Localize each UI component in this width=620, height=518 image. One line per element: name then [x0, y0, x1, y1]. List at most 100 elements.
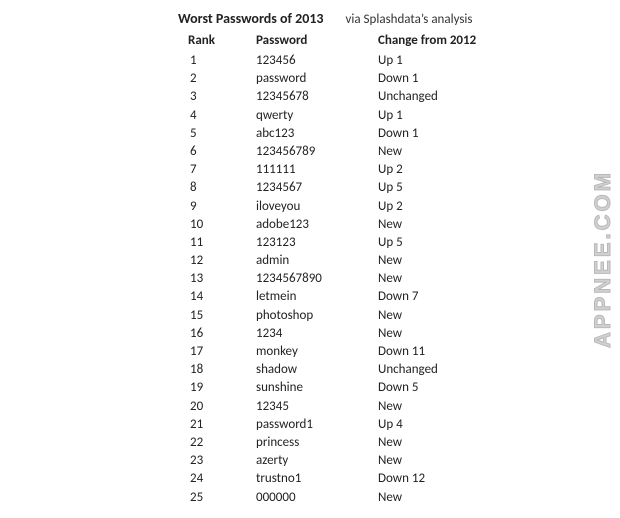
cell-change: Up 5	[378, 234, 403, 252]
column-header-row: Rank Password Change from 2012	[0, 33, 620, 48]
table-row: 17 monkey Down 11	[0, 343, 620, 361]
cell-change: Unchanged	[378, 361, 438, 379]
header-row: Worst Passwords of 2013 via Splashdata’s…	[0, 10, 620, 27]
cell-password: 123456789	[256, 143, 366, 161]
cell-change: Down 1	[378, 125, 418, 143]
cell-password: azerty	[256, 452, 366, 470]
cell-password: 12345	[256, 398, 366, 416]
table-row: 6 123456789 New	[0, 143, 620, 161]
cell-password: trustno1	[256, 470, 366, 488]
cell-change: New	[378, 270, 402, 288]
cell-rank: 4	[190, 107, 248, 125]
cell-change: Up 1	[378, 52, 403, 70]
cell-change: Up 5	[378, 179, 403, 197]
cell-rank: 21	[190, 416, 248, 434]
cell-password: 123456	[256, 52, 366, 70]
cell-rank: 15	[190, 307, 248, 325]
cell-rank: 8	[190, 179, 248, 197]
cell-change: New	[378, 434, 402, 452]
table-row: 22 princess New	[0, 434, 620, 452]
cell-rank: 22	[190, 434, 248, 452]
cell-rank: 17	[190, 343, 248, 361]
cell-password: 1234567890	[256, 270, 366, 288]
table-row: 11 123123 Up 5	[0, 234, 620, 252]
table-row: 4qwertyUp 1	[0, 107, 620, 125]
page-subtitle: via Splashdata’s analysis	[346, 12, 473, 27]
table-row: 14letmeinDown 7	[0, 288, 620, 306]
cell-rank: 6	[190, 143, 248, 161]
cell-change: New	[378, 252, 402, 270]
table-row: 18shadowUnchanged	[0, 361, 620, 379]
cell-rank: 14	[190, 288, 248, 306]
cell-password: 1234567	[256, 179, 366, 197]
cell-rank: 2	[190, 70, 248, 88]
cell-password: admin	[256, 252, 366, 270]
cell-rank: 19	[190, 379, 248, 397]
cell-password: photoshop	[256, 307, 366, 325]
table-row: 15 photoshop New	[0, 307, 620, 325]
cell-rank: 25	[190, 489, 248, 507]
page-title: Worst Passwords of 2013	[178, 10, 324, 27]
cell-change: Up 4	[378, 416, 403, 434]
table-row: 7111111Up 2	[0, 161, 620, 179]
table-row: 10 adobe123 New	[0, 216, 620, 234]
cell-rank: 5	[190, 125, 248, 143]
cell-password: letmein	[256, 288, 366, 306]
cell-rank: 24	[190, 470, 248, 488]
table-row: 9 iloveyou Up 2	[0, 198, 620, 216]
cell-password: qwerty	[256, 107, 366, 125]
cell-password: 1234	[256, 325, 366, 343]
cell-change: New	[378, 398, 402, 416]
cell-password: monkey	[256, 343, 366, 361]
table-body: 1123456Up 12passwordDown 1312345678Uncha…	[0, 52, 620, 507]
table-row: 2 password Down 1	[0, 70, 620, 88]
cell-change: Up 2	[378, 198, 403, 216]
cell-change: Up 2	[378, 161, 403, 179]
cell-change: Down 1	[378, 70, 418, 88]
cell-change: New	[378, 489, 402, 507]
table-row: 19 sunshine Down 5	[0, 379, 620, 397]
cell-password: adobe123	[256, 216, 366, 234]
cell-rank: 11	[190, 234, 248, 252]
column-header-password: Password	[256, 33, 366, 48]
cell-password: 12345678	[256, 88, 366, 106]
cell-password: password	[256, 70, 366, 88]
cell-rank: 10	[190, 216, 248, 234]
table-row: 21 password1 Up 4	[0, 416, 620, 434]
table-row: 8 1234567 Up 5	[0, 179, 620, 197]
cell-rank: 1	[190, 52, 248, 70]
watermark-text: APPNEE.COM	[590, 170, 616, 348]
cell-change: Down 5	[378, 379, 418, 397]
cell-rank: 23	[190, 452, 248, 470]
cell-change: Down 11	[378, 343, 425, 361]
table-row: 24 trustno1 Down 12	[0, 470, 620, 488]
cell-change: New	[378, 307, 402, 325]
cell-password: princess	[256, 434, 366, 452]
cell-password: 000000	[256, 489, 366, 507]
cell-rank: 18	[190, 361, 248, 379]
cell-password: sunshine	[256, 379, 366, 397]
cell-rank: 9	[190, 198, 248, 216]
cell-password: 123123	[256, 234, 366, 252]
cell-rank: 12	[190, 252, 248, 270]
column-header-change: Change from 2012	[378, 33, 476, 48]
cell-change: New	[378, 452, 402, 470]
cell-rank: 13	[190, 270, 248, 288]
table-row: 20 12345 New	[0, 398, 620, 416]
cell-password: iloveyou	[256, 198, 366, 216]
cell-change: Unchanged	[378, 88, 438, 106]
cell-rank: 16	[190, 325, 248, 343]
cell-password: abc123	[256, 125, 366, 143]
table-row: 1 123456 Up 1	[0, 52, 620, 70]
document-page: Worst Passwords of 2013 via Splashdata’s…	[0, 0, 620, 507]
cell-change: Down 12	[378, 470, 425, 488]
table-row: 161234New	[0, 325, 620, 343]
table-row: 5 abc123 Down 1	[0, 125, 620, 143]
table-row: 13 1234567890 New	[0, 270, 620, 288]
cell-change: New	[378, 143, 402, 161]
table-row: 23 azerty New	[0, 452, 620, 470]
cell-rank: 7	[190, 161, 248, 179]
cell-change: New	[378, 216, 402, 234]
cell-rank: 20	[190, 398, 248, 416]
cell-password: password1	[256, 416, 366, 434]
